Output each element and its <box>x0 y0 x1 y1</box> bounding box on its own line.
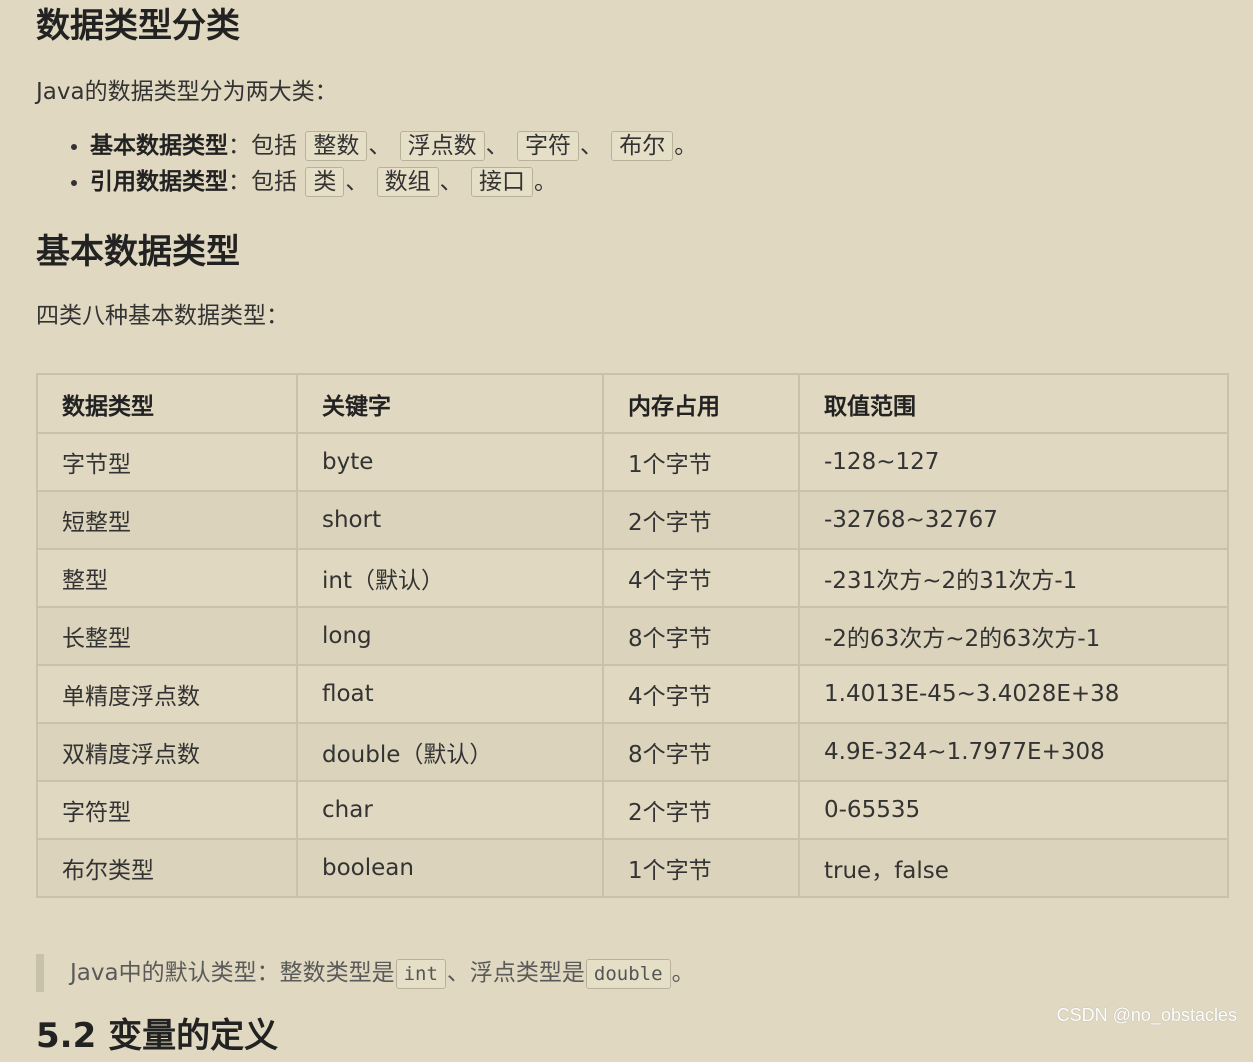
table-header-cell: 数据类型 <box>36 373 298 434</box>
list-item-label: 引用数据类型 <box>90 169 228 195</box>
table-cell: 8个字节 <box>602 722 800 782</box>
table-cell: 字符型 <box>36 780 298 840</box>
table-row: 字节型 byte 1个字节 -128~127 <box>36 432 1229 492</box>
table-cell: float <box>296 664 604 724</box>
table-cell: -128~127 <box>798 432 1229 492</box>
table-cell: short <box>296 490 604 550</box>
list-item-end: 。 <box>533 169 557 195</box>
table-cell: byte <box>296 432 604 492</box>
table-cell: 长整型 <box>36 606 298 666</box>
list-item-sep: ：包括 <box>228 169 297 195</box>
table-header-cell: 关键字 <box>296 373 604 434</box>
table-cell: true，false <box>798 838 1229 898</box>
note-middle: 、浮点类型是 <box>446 960 585 986</box>
list-item-label: 基本数据类型 <box>90 133 228 159</box>
inline-code: 浮点数 <box>399 131 485 161</box>
inline-code-int: int <box>395 959 446 989</box>
table-cell: 2个字节 <box>602 490 800 550</box>
list-item-primitive: 基本数据类型：包括 整数、 浮点数、 字符、 布尔。 <box>90 128 697 164</box>
table-cell: 8个字节 <box>602 606 800 666</box>
table-cell: 4个字节 <box>602 664 800 724</box>
intro-paragraph: Java的数据类型分为两大类： <box>36 79 338 105</box>
table-cell: -2的63次方~2的63次方-1 <box>798 606 1229 666</box>
delimiter: 、 <box>345 169 369 195</box>
primitive-intro-paragraph: 四类八种基本数据类型： <box>36 303 289 329</box>
table-header-cell: 取值范围 <box>798 373 1229 434</box>
table-row: 长整型 long 8个字节 -2的63次方~2的63次方-1 <box>36 606 1229 666</box>
inline-code: 数组 <box>376 167 439 197</box>
table-row: 短整型 short 2个字节 -32768~32767 <box>36 490 1229 550</box>
table-cell: long <box>296 606 604 666</box>
heading-primitive-types: 基本数据类型 <box>36 232 240 272</box>
table-cell: 双精度浮点数 <box>36 722 298 782</box>
table-cell: 1个字节 <box>602 432 800 492</box>
delimiter: 、 <box>368 133 392 159</box>
note-prefix: Java中的默认类型：整数类型是 <box>70 960 395 986</box>
list-item-end: 。 <box>674 133 698 159</box>
category-list: 基本数据类型：包括 整数、 浮点数、 字符、 布尔。 引用数据类型：包括 类、 … <box>36 128 697 200</box>
table-cell: char <box>296 780 604 840</box>
table-header-cell: 内存占用 <box>602 373 800 434</box>
table-cell: 2个字节 <box>602 780 800 840</box>
delimiter: 、 <box>485 133 509 159</box>
heading-data-type-classification: 数据类型分类 <box>36 6 240 46</box>
inline-code-double: double <box>585 959 671 989</box>
table-row: 双精度浮点数 double（默认） 8个字节 4.9E-324~1.7977E+… <box>36 722 1229 782</box>
table-cell: double（默认） <box>296 722 604 782</box>
table-cell: 1个字节 <box>602 838 800 898</box>
table-header-row: 数据类型 关键字 内存占用 取值范围 <box>36 373 1229 434</box>
table-cell: 0-65535 <box>798 780 1229 840</box>
table-cell: 4.9E-324~1.7977E+308 <box>798 722 1229 782</box>
primitive-types-table: 数据类型 关键字 内存占用 取值范围 字节型 byte 1个字节 -128~12… <box>36 373 1229 898</box>
default-type-note: Java中的默认类型：整数类型是 int 、浮点类型是 double。 <box>36 954 695 992</box>
inline-code: 整数 <box>305 131 368 161</box>
delimiter: 、 <box>439 169 463 195</box>
heading-variable-definition: 5.2 变量的定义 <box>36 1016 279 1056</box>
table-cell: 短整型 <box>36 490 298 550</box>
table-cell: 单精度浮点数 <box>36 664 298 724</box>
table-cell: 整型 <box>36 548 298 608</box>
list-item-reference: 引用数据类型：包括 类、 数组、 接口。 <box>90 164 697 200</box>
list-item-sep: ：包括 <box>228 133 297 159</box>
table-row: 布尔类型 boolean 1个字节 true，false <box>36 838 1229 898</box>
note-suffix: 。 <box>671 960 695 986</box>
inline-code: 字符 <box>516 131 579 161</box>
inline-code: 接口 <box>470 167 533 197</box>
table-cell: -32768~32767 <box>798 490 1229 550</box>
table-cell: boolean <box>296 838 604 898</box>
table-cell: 4个字节 <box>602 548 800 608</box>
table-row: 单精度浮点数 float 4个字节 1.4013E-45~3.4028E+38 <box>36 664 1229 724</box>
inline-code: 布尔 <box>611 131 674 161</box>
table-cell: 布尔类型 <box>36 838 298 898</box>
delimiter: 、 <box>579 133 603 159</box>
table-row: 字符型 char 2个字节 0-65535 <box>36 780 1229 840</box>
table-row: 整型 int（默认） 4个字节 -231次方~2的31次方-1 <box>36 548 1229 608</box>
inline-code: 类 <box>305 167 345 197</box>
table-cell: 字节型 <box>36 432 298 492</box>
watermark: CSDN @no_obstacles <box>1056 1005 1237 1025</box>
table-cell: int（默认） <box>296 548 604 608</box>
table-cell: 1.4013E-45~3.4028E+38 <box>798 664 1229 724</box>
table-cell: -231次方~2的31次方-1 <box>798 548 1229 608</box>
